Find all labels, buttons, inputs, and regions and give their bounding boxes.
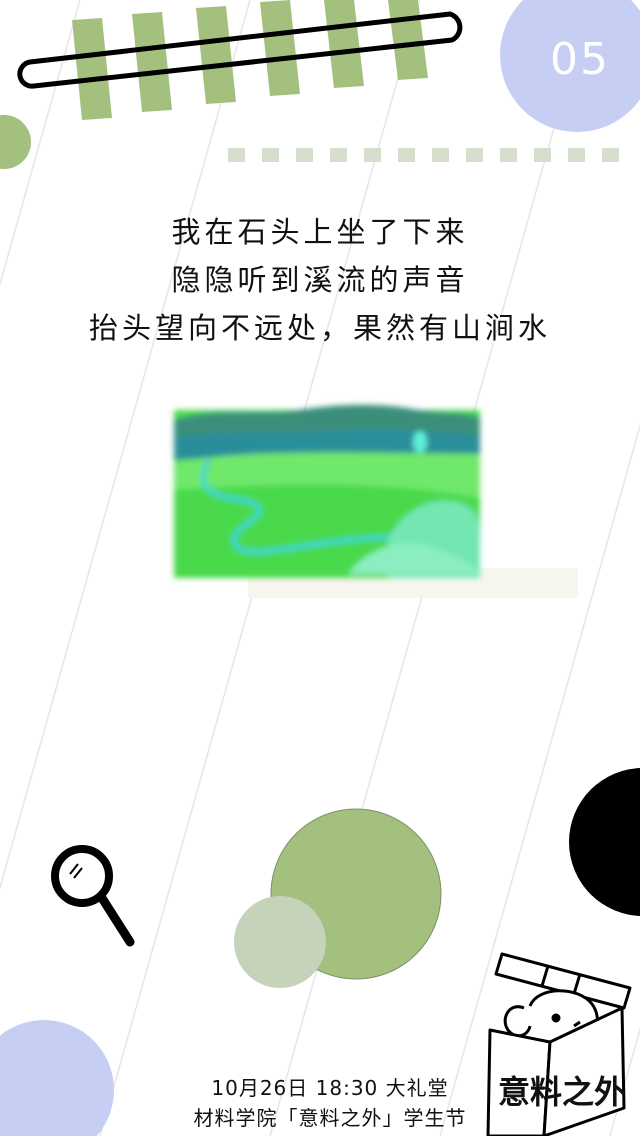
- poem-line-2: 隐隐听到溪流的声音: [171, 263, 469, 297]
- landscape-illustration: [174, 404, 578, 598]
- poem: 我在石头上坐了下来 隐隐听到溪流的声音 抬头望向不远处，果然有山涧水: [60, 208, 580, 352]
- organizer-info: 材料学院「意料之外」学生节: [193, 1106, 467, 1130]
- poster: 05 我在石头上坐了下来 隐隐听到溪流的声音 抬头望向不远处，果然有山涧水 意料…: [0, 0, 640, 1136]
- green-half-circle: [0, 115, 31, 169]
- green-circles: [234, 808, 442, 988]
- magnifier-icon: [51, 845, 135, 947]
- striped-capsule: [17, 0, 463, 120]
- lavender-circle-bottom: [0, 1020, 114, 1136]
- event-info: 10月26日 18:30 大礼堂: [211, 1076, 449, 1100]
- black-circle: [569, 768, 640, 916]
- poem-line-3: 抬头望向不远处，果然有山涧水: [88, 311, 551, 345]
- poem-line-1: 我在石头上坐了下来: [171, 215, 469, 249]
- brand-logo-text: 意料之外: [497, 1073, 626, 1111]
- dash-row: [228, 148, 619, 162]
- page-number: 05: [550, 34, 610, 85]
